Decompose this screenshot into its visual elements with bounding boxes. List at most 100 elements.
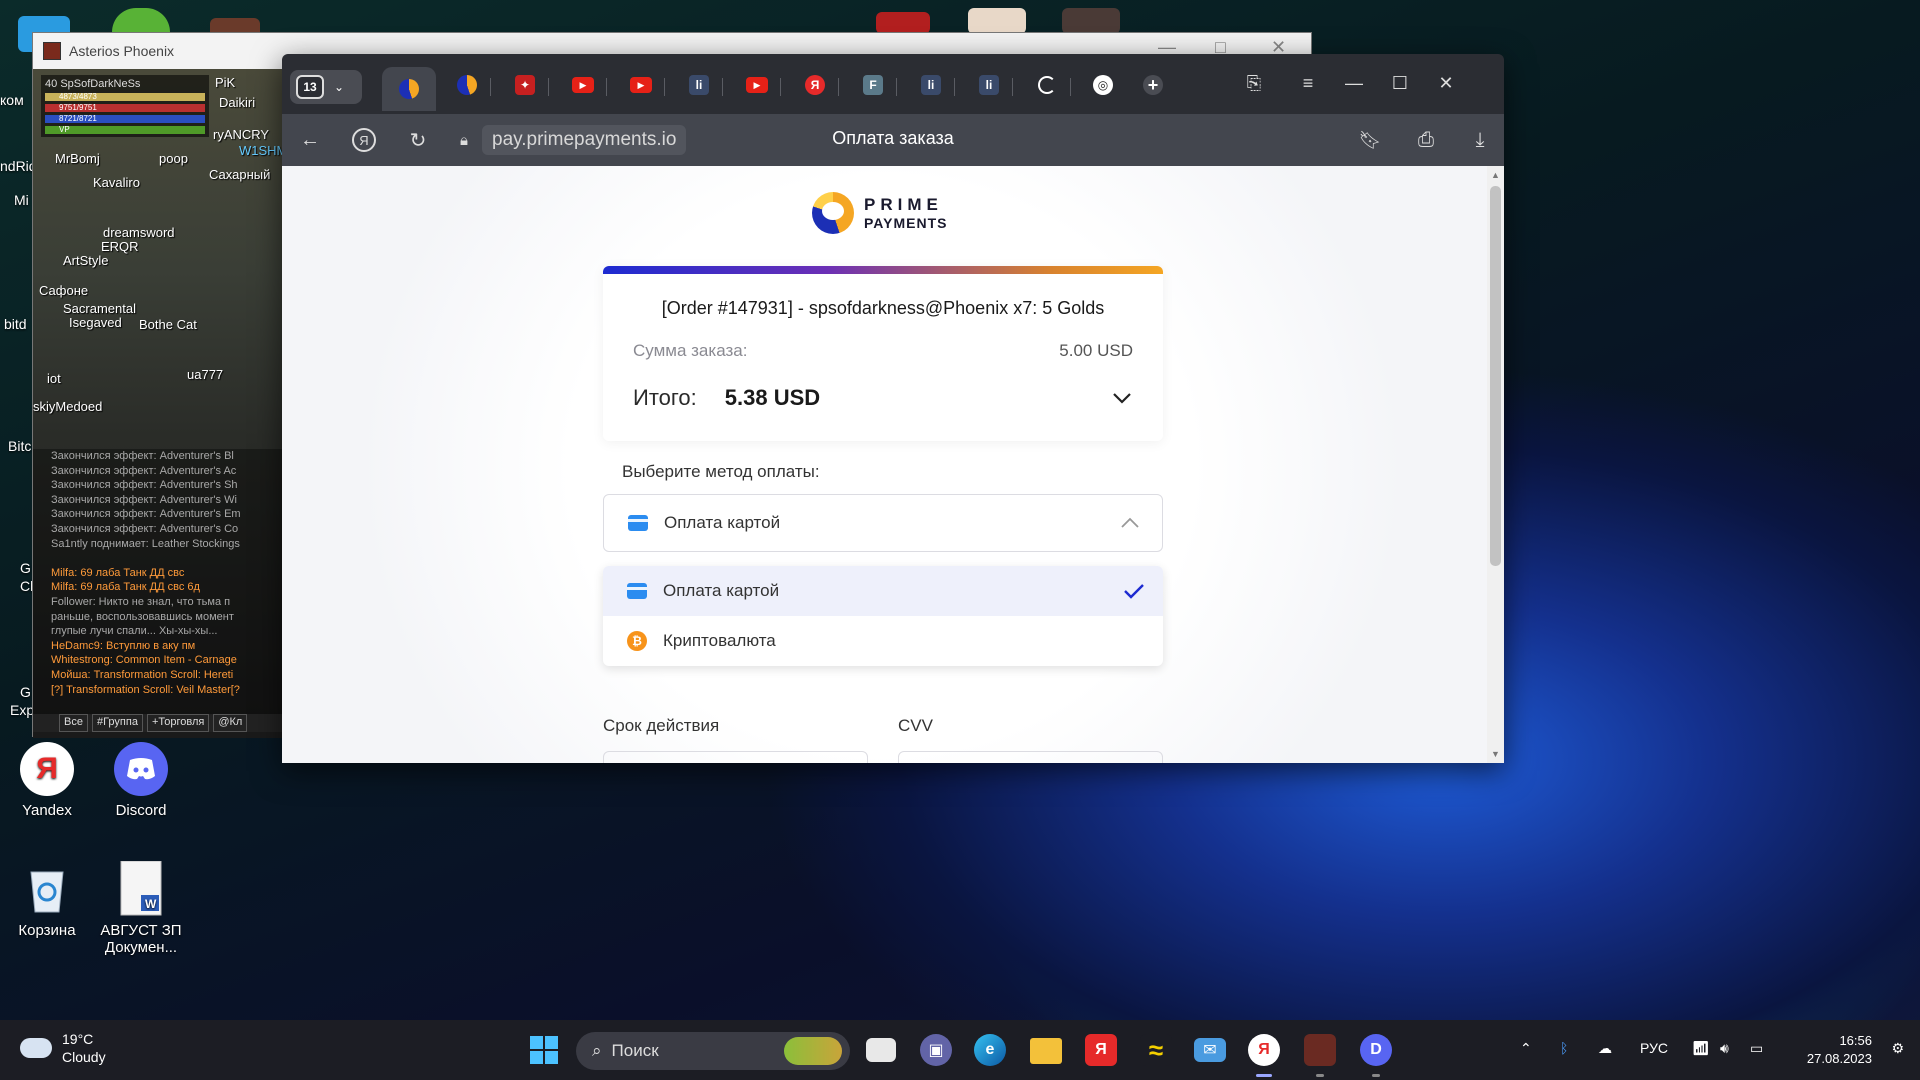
- desktop-top-icon-5[interactable]: [968, 8, 1026, 34]
- notifications-icon[interactable]: ⚙: [1891, 1040, 1904, 1057]
- volume-icon[interactable]: 🔊︎: [1720, 1040, 1729, 1057]
- chat-line: HeDamc9: Вступлю в аку пм: [51, 639, 196, 652]
- desktop-icon-discord[interactable]: Discord: [86, 742, 196, 819]
- battery-icon[interactable]: ▭: [1750, 1040, 1763, 1057]
- tab-openai[interactable]: ◎: [1088, 70, 1118, 100]
- address-bar: ← Я ↻ 🔒︎ pay.primepayments.io Оплата зак…: [282, 114, 1504, 166]
- game-chat-log[interactable]: Закончился эффект: Adventurer's Bl Законч…: [33, 449, 283, 731]
- system-clock[interactable]: 16:56 27.08.2023: [1807, 1032, 1872, 1068]
- maximize-icon[interactable]: ☐: [1380, 68, 1420, 98]
- bluetooth-icon[interactable]: ᛒ: [1560, 1040, 1568, 1056]
- tab-count-button[interactable]: 13 ⌄: [290, 70, 362, 104]
- teams-chat-icon[interactable]: ▣: [920, 1034, 952, 1066]
- tab-site-l[interactable]: li: [684, 70, 714, 100]
- tab-site-l[interactable]: li: [974, 70, 1004, 100]
- player-nickname[interactable]: Daikiri: [219, 95, 255, 110]
- game-taskbar-icon[interactable]: [1304, 1034, 1336, 1066]
- active-app-indicator: [1372, 1074, 1380, 1077]
- collections-icon[interactable]: ⎘: [1234, 68, 1274, 98]
- player-nickname[interactable]: Bothe Cat: [139, 317, 197, 332]
- tab-game-site[interactable]: ✦: [510, 70, 540, 100]
- player-nickname[interactable]: poop: [159, 151, 188, 166]
- player-nickname[interactable]: ERQR: [101, 239, 139, 254]
- chevron-down-icon[interactable]: [1111, 387, 1133, 409]
- edge-icon[interactable]: e: [974, 1034, 1006, 1066]
- discord-taskbar-icon[interactable]: D: [1360, 1034, 1392, 1066]
- player-nickname[interactable]: ryANCRY: [213, 127, 269, 142]
- player-nickname[interactable]: MrBomj: [55, 151, 100, 166]
- player-nickname[interactable]: Сафоне: [39, 283, 88, 298]
- yandex-taskbar-icon[interactable]: Я: [1085, 1034, 1117, 1066]
- order-total-row[interactable]: Итого: 5.38 USD: [603, 385, 1163, 411]
- player-nickname[interactable]: Sacramental: [63, 301, 136, 316]
- close-icon[interactable]: ✕: [1426, 68, 1466, 98]
- player-nickname[interactable]: ArtStyle: [63, 253, 109, 268]
- desktop-top-icon-dota[interactable]: [876, 12, 930, 34]
- menu-icon[interactable]: ≡: [1288, 68, 1328, 98]
- taskbar-search[interactable]: ⌕ Поиск: [576, 1032, 850, 1070]
- chevron-down-icon: ⌄: [334, 80, 345, 94]
- player-nickname[interactable]: Сахарный: [209, 167, 270, 182]
- partial-desktop-label[interactable]: ком: [0, 92, 34, 108]
- browser-window[interactable]: 13 ⌄ ✦ ▶ ▶ li ▶ Я F li li ◎ + ⎘ ≡ — ☐ ✕: [282, 54, 1504, 763]
- yandex-browser-taskbar-icon[interactable]: Я: [1248, 1034, 1280, 1066]
- chat-tab-trade[interactable]: +Торговля: [146, 714, 210, 732]
- tab-youtube[interactable]: ▶: [626, 70, 656, 100]
- tab-loading[interactable]: [1032, 70, 1062, 100]
- bookmark-icon[interactable]: 🔖︎: [1352, 122, 1388, 158]
- site-l-favicon-icon: li: [689, 75, 709, 95]
- site-f-favicon-icon: F: [863, 75, 883, 95]
- new-tab-button[interactable]: +: [1138, 70, 1168, 100]
- player-nickname[interactable]: ua777: [187, 367, 223, 382]
- expiry-input[interactable]: [603, 751, 868, 763]
- language-indicator[interactable]: РУС: [1640, 1040, 1668, 1056]
- chat-tab-party[interactable]: #Группа: [91, 714, 143, 732]
- tab-youtube[interactable]: ▶: [568, 70, 598, 100]
- payment-method-select[interactable]: Оплата картой: [603, 494, 1163, 552]
- player-nickname[interactable]: W1SHM: [239, 143, 283, 158]
- player-nickname[interactable]: PiK: [215, 75, 235, 90]
- tab-yandex[interactable]: Я: [800, 70, 830, 100]
- chat-tab-all[interactable]: Все: [59, 714, 88, 732]
- tab-primepayments[interactable]: [452, 70, 482, 100]
- windows-start-icon[interactable]: [528, 1034, 560, 1066]
- option-crypto[interactable]: ₿ Криптовалюта: [603, 616, 1163, 666]
- yandex-zen-icon[interactable]: ≈: [1140, 1034, 1172, 1066]
- mail-icon[interactable]: ✉: [1194, 1038, 1226, 1062]
- player-nickname[interactable]: skiyMedoed: [33, 399, 102, 414]
- primepayments-logo[interactable]: PRIME PAYMENTS: [812, 192, 947, 234]
- onedrive-icon[interactable]: ☁: [1598, 1040, 1612, 1057]
- logo-line2: PAYMENTS: [864, 215, 948, 231]
- desktop-top-icon-2[interactable]: [112, 8, 170, 32]
- tab-site-l[interactable]: li: [916, 70, 946, 100]
- desktop-top-icon-6[interactable]: [1062, 8, 1120, 34]
- tab-youtube[interactable]: ▶: [742, 70, 772, 100]
- minimize-icon[interactable]: —: [1334, 68, 1374, 98]
- task-view-icon[interactable]: [866, 1038, 896, 1062]
- chat-line: [?] Transformation Scroll: Veil Master[?: [51, 683, 240, 696]
- file-explorer-icon[interactable]: [1030, 1038, 1062, 1064]
- cvv-input[interactable]: [898, 751, 1163, 763]
- wifi-icon[interactable]: 📶︎: [1692, 1040, 1710, 1057]
- scroll-down-icon[interactable]: ▼: [1491, 749, 1500, 759]
- weather-widget[interactable]: 19°C Cloudy: [20, 1030, 106, 1066]
- tab-site-f[interactable]: F: [858, 70, 888, 100]
- chevron-up-icon[interactable]: ⌃: [1520, 1040, 1532, 1057]
- player-nickname[interactable]: iot: [47, 371, 61, 386]
- scrollbar-thumb[interactable]: [1490, 186, 1501, 566]
- player-nickname[interactable]: dreamsword: [103, 225, 175, 240]
- scroll-up-icon[interactable]: ▲: [1491, 170, 1500, 180]
- reader-icon[interactable]: ⎙: [1408, 122, 1444, 158]
- player-nickname[interactable]: Kavaliro: [93, 175, 140, 190]
- desktop-icon-label: Yandex: [22, 802, 72, 819]
- tab-active-primepayments[interactable]: [382, 67, 436, 111]
- player-nickname[interactable]: Isegaved: [69, 315, 122, 330]
- desktop-icon-word-document[interactable]: W АВГУСТ ЗП Докумен...: [86, 861, 196, 956]
- chat-tab-clan[interactable]: @Кл: [213, 714, 248, 732]
- word-document-icon: W: [114, 861, 168, 916]
- partial-desktop-label[interactable]: ndRider: [0, 158, 34, 174]
- option-card-payment[interactable]: Оплата картой: [603, 566, 1163, 616]
- game-viewport[interactable]: 40 SpSofDarkNeSs 4873/4873 9751/9751 872…: [33, 69, 283, 738]
- page-scrollbar[interactable]: ▲ ▼: [1487, 166, 1504, 763]
- download-icon[interactable]: ⤓: [1462, 122, 1498, 158]
